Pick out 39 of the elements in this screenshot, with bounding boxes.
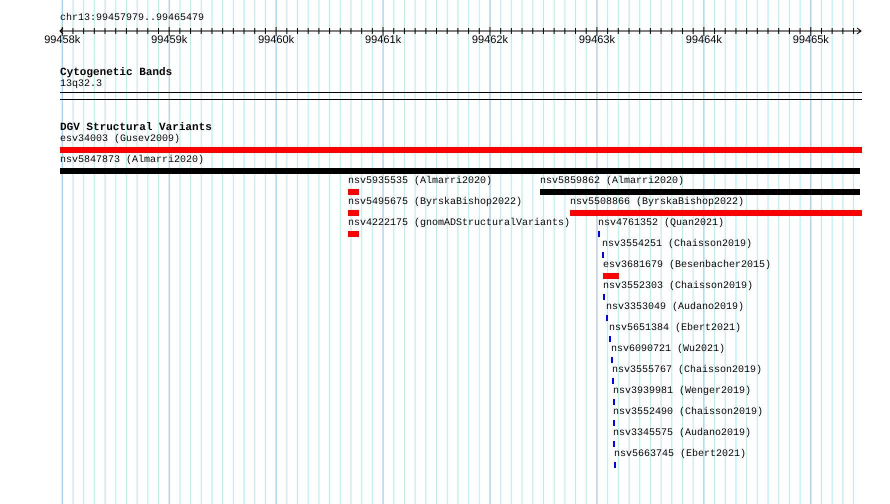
feature-bar[interactable] bbox=[348, 189, 359, 195]
band-label: 13q32.3 bbox=[60, 79, 102, 91]
feature-bar[interactable] bbox=[603, 273, 619, 279]
feature-label[interactable]: esv3681679 (Besenbacher2015) bbox=[603, 260, 772, 272]
tick-label: 99462k bbox=[472, 34, 508, 47]
feature-label[interactable]: nsv3552490 (Chaisson2019) bbox=[613, 407, 764, 419]
tick-label: 99463k bbox=[578, 34, 615, 47]
tick-label: 99464k bbox=[686, 34, 722, 47]
feature-label[interactable]: nsv4761352 (Quan2021) bbox=[598, 218, 724, 230]
feature-bar[interactable] bbox=[60, 168, 860, 174]
feature-label[interactable]: esv34003 (Gusev2009) bbox=[60, 134, 180, 146]
feature-label[interactable]: nsv3345575 (Audano2019) bbox=[613, 428, 752, 440]
feature-label[interactable]: nsv3552303 (Chaisson2019) bbox=[603, 281, 754, 293]
feature-label[interactable]: nsv6090721 (Wu2021) bbox=[611, 344, 726, 356]
tick-label: 99459k bbox=[151, 34, 188, 47]
feature-label[interactable]: nsv3353049 (Audano2019) bbox=[606, 302, 744, 314]
feature-label[interactable]: nsv5859862 (Almarri2020) bbox=[540, 176, 684, 188]
feature-label[interactable]: nsv4222175 (gnomADStructuralVariants) bbox=[348, 218, 570, 230]
track-title: DGV Structural Variants bbox=[60, 122, 212, 134]
feature-label[interactable]: nsv5495675 (ByrskaBishop2022) bbox=[348, 197, 522, 209]
feature-label[interactable]: nsv3554251 (Chaisson2019) bbox=[602, 239, 752, 251]
tick-label: 99458k bbox=[44, 34, 80, 47]
feature-label[interactable]: nsv5935535 (Almarri2020) bbox=[348, 176, 492, 188]
feature-label[interactable]: nsv5847873 (Almarri2020) bbox=[60, 155, 204, 167]
track-title: Cytogenetic Bands bbox=[60, 67, 174, 79]
feature-label[interactable]: nsv5663745 (Ebert2021) bbox=[614, 449, 746, 461]
feature-bar[interactable] bbox=[348, 231, 359, 237]
tick-label: 99465k bbox=[792, 34, 829, 47]
feature-label[interactable]: nsv5651384 (Ebert2021) bbox=[609, 323, 742, 335]
tick-label: 99460k bbox=[258, 34, 294, 47]
feature-label[interactable]: nsv3555767 (Chaisson2019) bbox=[612, 365, 762, 377]
feature-bar[interactable] bbox=[348, 210, 359, 216]
feature-bar[interactable] bbox=[60, 147, 862, 153]
feature-bar[interactable] bbox=[540, 189, 860, 195]
feature-label[interactable]: nsv3939981 (Wenger2019) bbox=[613, 386, 752, 398]
feature-bar[interactable] bbox=[570, 210, 862, 216]
location-label: chr13:99457979..99465479 bbox=[60, 13, 204, 24]
feature-label[interactable]: nsv5508866 (ByrskaBishop2022) bbox=[570, 197, 744, 209]
tick-label: 99461k bbox=[364, 34, 402, 47]
